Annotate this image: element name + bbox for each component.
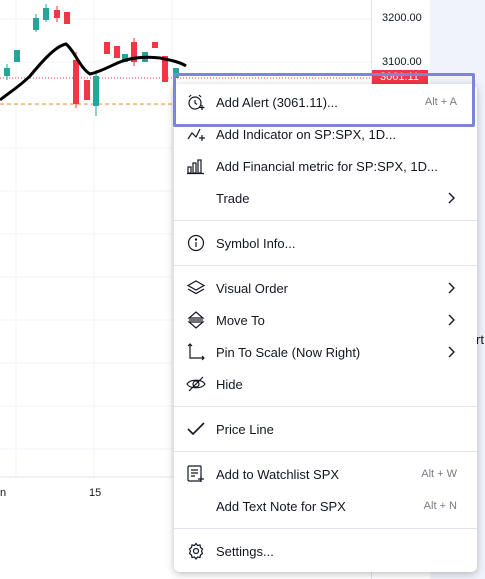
menu-item-label: Settings... xyxy=(216,543,274,559)
shortcut-label: Alt + W xyxy=(421,468,457,480)
menu-item-pin-to-scale[interactable]: Pin To Scale (Now Right) xyxy=(174,336,477,368)
info-icon xyxy=(186,234,206,252)
candlesticks xyxy=(4,4,179,116)
chevron-right-icon xyxy=(445,281,457,295)
context-menu: Add Alert (3061.11)... Alt + A Add Indic… xyxy=(174,84,477,572)
indicator-plus-icon xyxy=(186,125,206,143)
checkmark-icon xyxy=(186,420,206,438)
menu-item-symbol-info[interactable]: Symbol Info... xyxy=(174,227,477,259)
menu-item-label: Hide xyxy=(216,376,243,392)
menu-item-trade[interactable]: Trade xyxy=(174,182,477,214)
focus-highlight xyxy=(173,73,475,127)
menu-divider xyxy=(174,528,477,529)
menu-item-add-to-watchlist[interactable]: Add to Watchlist SPX Alt + W xyxy=(174,458,477,490)
price-tick-label: 3100.00 xyxy=(382,56,422,68)
hide-eye-icon xyxy=(186,375,206,393)
right-panel-text-fragment: rt xyxy=(476,332,484,347)
menu-item-label: Add to Watchlist SPX xyxy=(216,466,340,482)
time-tick-label: n xyxy=(0,487,7,499)
menu-item-label: Trade xyxy=(216,190,250,206)
pin-scale-icon xyxy=(186,343,206,361)
menu-item-label: Price Line xyxy=(216,421,274,437)
chevron-right-icon xyxy=(445,313,457,327)
layers-icon xyxy=(186,279,206,297)
menu-item-add-text-note[interactable]: Add Text Note for SPX Alt + N xyxy=(174,490,477,522)
menu-item-settings[interactable]: Settings... xyxy=(174,535,477,567)
menu-item-add-financial-metric[interactable]: Add Financial metric for SP:SPX, 1D... xyxy=(174,150,477,182)
menu-item-label: Add Indicator on SP:SPX, 1D... xyxy=(216,126,396,142)
menu-item-hide[interactable]: Hide xyxy=(174,368,477,400)
menu-item-label: Add Financial metric for SP:SPX, 1D... xyxy=(216,158,438,174)
menu-item-move-to[interactable]: Move To xyxy=(174,304,477,336)
menu-divider xyxy=(174,220,477,221)
menu-item-label: Symbol Info... xyxy=(216,235,296,251)
menu-item-price-line[interactable]: Price Line xyxy=(174,413,477,445)
watchlist-add-icon xyxy=(186,465,206,483)
chevron-right-icon xyxy=(445,191,457,205)
shortcut-label: Alt + N xyxy=(423,500,457,512)
menu-item-label: Pin To Scale (Now Right) xyxy=(216,344,361,360)
menu-item-label: Visual Order xyxy=(216,280,289,296)
menu-item-label: Add Text Note for SPX xyxy=(216,498,346,514)
menu-divider xyxy=(174,406,477,407)
menu-item-visual-order[interactable]: Visual Order xyxy=(174,272,477,304)
chevron-right-icon xyxy=(445,345,457,359)
menu-divider xyxy=(174,451,477,452)
menu-divider xyxy=(174,265,477,266)
gear-icon xyxy=(186,542,206,560)
time-tick-label: 15 xyxy=(89,487,102,499)
move-arrows-icon xyxy=(186,311,206,329)
price-tick-label: 3200.00 xyxy=(382,12,422,24)
bar-chart-icon xyxy=(186,157,206,175)
menu-item-label: Move To xyxy=(216,312,265,328)
